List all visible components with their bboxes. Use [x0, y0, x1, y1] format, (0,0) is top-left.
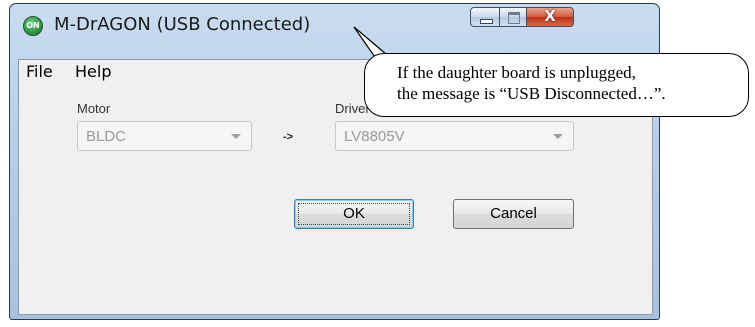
ok-button-label: OK	[343, 205, 365, 222]
menu-file[interactable]: File	[26, 62, 53, 81]
title-bar[interactable]: ON M-DrAGON (USB Connected) X	[10, 4, 659, 48]
callout-pointer	[353, 26, 393, 83]
maximize-icon	[508, 12, 520, 24]
motor-select-value: BLDC	[86, 128, 127, 145]
chevron-down-icon	[553, 134, 563, 139]
close-icon: X	[544, 7, 556, 25]
cancel-button-label: Cancel	[490, 205, 537, 222]
driver-select[interactable]: LV8805V	[335, 121, 574, 151]
driver-select-value: LV8805V	[344, 128, 405, 145]
callout-line-2: the message is “USB Disconnected…”.	[397, 84, 666, 103]
mapping-arrow: ->	[283, 131, 294, 143]
ok-button[interactable]: OK	[294, 199, 414, 229]
callout-text: If the daughter board is unplugged, the …	[397, 62, 740, 104]
menu-help[interactable]: Help	[75, 62, 111, 81]
cancel-button[interactable]: Cancel	[453, 199, 574, 229]
motor-label: Motor	[77, 101, 111, 116]
window-title: M-DrAGON (USB Connected)	[54, 14, 311, 35]
app-logo-icon: ON	[23, 16, 43, 36]
maximize-button[interactable]	[499, 7, 527, 27]
chevron-down-icon	[231, 134, 241, 139]
app-window: ON M-DrAGON (USB Connected) X File Help …	[9, 3, 660, 320]
motor-select[interactable]: BLDC	[77, 121, 252, 151]
minimize-button[interactable]	[470, 7, 500, 27]
minimize-icon	[480, 19, 493, 24]
annotation-callout: If the daughter board is unplugged, the …	[364, 53, 749, 117]
callout-line-1: If the daughter board is unplugged,	[397, 63, 636, 82]
close-button[interactable]: X	[526, 7, 574, 27]
